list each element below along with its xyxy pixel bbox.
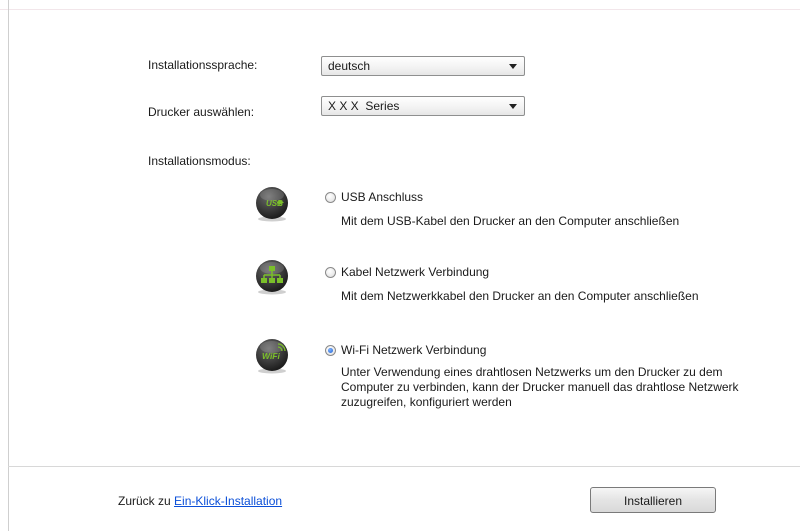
chevron-down-icon xyxy=(509,104,517,109)
printer-select-value: X X X Series xyxy=(328,99,400,113)
language-select-value: deutsch xyxy=(328,59,371,73)
back-prefix: Zurück zu xyxy=(118,494,171,508)
wifi-radio[interactable] xyxy=(325,345,336,356)
footer-divider xyxy=(8,466,800,467)
wifi-option-title[interactable]: Wi-Fi Netzwerk Verbindung xyxy=(341,343,486,357)
printer-select[interactable]: X X X Series xyxy=(321,96,525,116)
install-button[interactable]: Installieren xyxy=(590,487,716,513)
usb-option-description: Mit dem USB-Kabel den Drucker an den Com… xyxy=(341,214,680,228)
wifi-icon: WiFi xyxy=(256,339,288,374)
language-label: Installationssprache: xyxy=(148,58,258,72)
footer-back-text: Zurück zu Ein-Klick-Installation xyxy=(118,494,282,508)
wifi-option-description: Unter Verwendung eines drahtlosen Netzwe… xyxy=(341,365,739,409)
installation-mode-label: Installationsmodus: xyxy=(148,154,251,168)
language-select[interactable]: deutsch xyxy=(321,56,525,76)
wifi-icon-text: WiFi xyxy=(262,351,281,361)
network-icon xyxy=(256,260,288,295)
usb-option-title[interactable]: USB Anschluss xyxy=(341,190,423,204)
usb-icon: USB xyxy=(256,187,288,222)
network-option-title[interactable]: Kabel Netzwerk Verbindung xyxy=(341,265,489,279)
usb-radio[interactable] xyxy=(325,192,336,203)
network-option-description: Mit dem Netzwerkkabel den Drucker an den… xyxy=(341,289,699,303)
window-top-border xyxy=(0,0,800,10)
one-click-installation-link[interactable]: Ein-Klick-Installation xyxy=(174,494,282,508)
window-left-border xyxy=(8,0,9,531)
network-radio[interactable] xyxy=(325,267,336,278)
printer-label: Drucker auswählen: xyxy=(148,105,255,119)
chevron-down-icon xyxy=(509,64,517,69)
